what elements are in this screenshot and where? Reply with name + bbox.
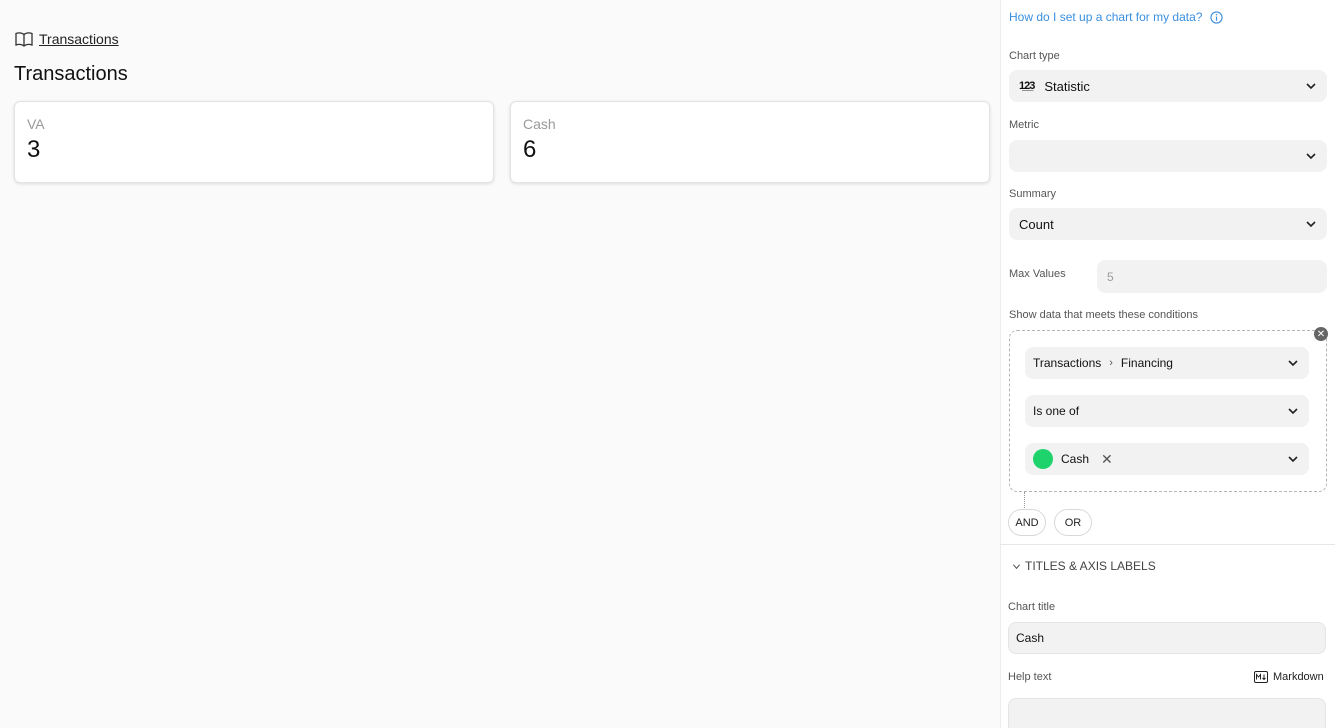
- chevron-down-icon: [1306, 153, 1316, 160]
- breadcrumb-link-transactions[interactable]: Transactions: [39, 31, 119, 47]
- help-link-text: How do I set up a chart for my data?: [1009, 10, 1203, 24]
- stat-card-label: Cash: [523, 116, 556, 132]
- chevron-down-icon: [1306, 221, 1316, 228]
- chevron-down-icon: [1012, 563, 1021, 569]
- condition-connector: [1024, 492, 1025, 508]
- chevron-right-icon: ›: [1109, 357, 1113, 369]
- chart-type-label: Chart type: [1009, 50, 1060, 62]
- metric-select[interactable]: [1009, 140, 1327, 172]
- chart-title-value: Cash: [1016, 631, 1045, 645]
- stat-card-value: 6: [523, 136, 537, 163]
- help-text-input[interactable]: [1008, 698, 1326, 728]
- chevron-down-icon: [1288, 456, 1298, 463]
- and-button[interactable]: AND: [1008, 509, 1046, 536]
- titles-section-toggle[interactable]: TITLES & AXIS LABELS: [1012, 559, 1156, 573]
- app-root: Transactions Transactions VA 3 Cash 6 Ho…: [0, 0, 1335, 728]
- metric-label: Metric: [1009, 119, 1039, 131]
- stat-card-label: VA: [27, 116, 45, 132]
- page-title: Transactions: [14, 63, 128, 85]
- condition-value-tag: Cash: [1061, 452, 1090, 466]
- help-link[interactable]: How do I set up a chart for my data?: [1009, 10, 1224, 24]
- max-values-label: Max Values: [1009, 268, 1066, 280]
- remove-tag-icon[interactable]: ✕: [1101, 451, 1113, 468]
- stat-card-cash[interactable]: Cash 6: [510, 101, 990, 183]
- max-values-input[interactable]: 5: [1097, 260, 1327, 293]
- remove-condition-button[interactable]: ✕: [1314, 327, 1328, 341]
- dashboard-canvas: Transactions Transactions VA 3 Cash 6: [0, 0, 1000, 728]
- markdown-toggle[interactable]: Markdown: [1254, 671, 1324, 683]
- stat-card-value: 3: [27, 136, 41, 163]
- summary-label: Summary: [1009, 188, 1057, 200]
- stat-card-va[interactable]: VA 3: [14, 101, 494, 183]
- statistic-icon: 1̲2̲3: [1019, 80, 1035, 92]
- markdown-icon: [1254, 671, 1268, 683]
- condition-field-table: Transactions: [1033, 356, 1102, 370]
- or-button[interactable]: OR: [1054, 509, 1092, 536]
- info-icon: [1210, 10, 1224, 24]
- chevron-down-icon: [1288, 408, 1298, 415]
- summary-value: Count: [1019, 216, 1054, 232]
- condition-operator-select[interactable]: Is one of: [1025, 395, 1309, 427]
- max-values-placeholder: 5: [1107, 269, 1114, 284]
- markdown-label: Markdown: [1273, 671, 1324, 683]
- condition-value-select[interactable]: Cash ✕: [1025, 443, 1309, 475]
- color-dot-icon: [1033, 449, 1053, 469]
- section-divider: [1000, 544, 1335, 545]
- help-text-label: Help text: [1008, 671, 1052, 683]
- breadcrumb: Transactions: [15, 31, 119, 47]
- chart-type-value: Statistic: [1044, 78, 1090, 94]
- conditions-label: Show data that meets these conditions: [1009, 309, 1198, 321]
- condition-operator-value: Is one of: [1033, 404, 1080, 418]
- condition-field-select[interactable]: Transactions › Financing: [1025, 347, 1309, 379]
- chart-type-select[interactable]: 1̲2̲3 Statistic: [1009, 70, 1327, 102]
- chart-title-label: Chart title: [1008, 601, 1056, 613]
- book-icon: [15, 32, 33, 47]
- condition-field-column: Financing: [1120, 356, 1173, 370]
- close-icon: ✕: [1316, 328, 1326, 340]
- chart-title-input[interactable]: Cash: [1008, 622, 1326, 654]
- summary-select[interactable]: Count: [1009, 208, 1327, 240]
- chevron-down-icon: [1306, 83, 1316, 90]
- titles-section-label: TITLES & AXIS LABELS: [1025, 559, 1156, 573]
- chevron-down-icon: [1288, 360, 1298, 367]
